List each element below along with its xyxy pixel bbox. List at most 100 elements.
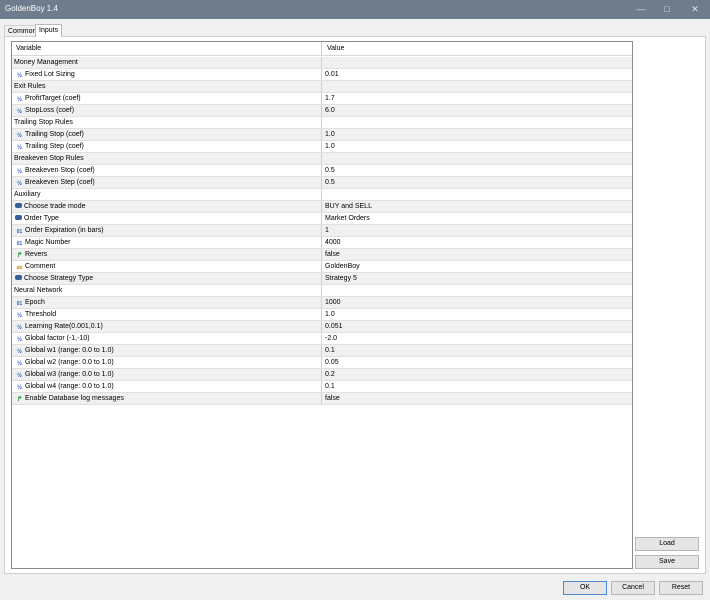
param-label: Choose Strategy Type	[12, 273, 322, 284]
title-bar[interactable]: GoldenBoy 1.4 — □ ✕	[0, 0, 710, 19]
param-value[interactable]: 0.1	[323, 345, 632, 356]
param-value[interactable]: 0.1	[323, 381, 632, 392]
param-label: 01 Magic Number	[12, 237, 322, 248]
param-value[interactable]: -2.0	[323, 333, 632, 344]
section-row[interactable]: Neural Network	[12, 285, 632, 297]
row-label-text: Choose Strategy Type	[24, 275, 94, 282]
section-row[interactable]: Trailing Stop Rules	[12, 117, 632, 129]
param-row[interactable]: ½ Global w2 (range: 0.0 to 1.0) 0.05	[12, 357, 632, 369]
param-row[interactable]: ab Comment GoldenBoy	[12, 261, 632, 273]
param-value[interactable]: 6.0	[323, 105, 632, 116]
maximize-icon[interactable]: □	[654, 0, 680, 19]
param-row[interactable]: ½ Global factor (-1,-10) -2.0	[12, 333, 632, 345]
param-value[interactable]: Strategy 5	[323, 273, 632, 284]
param-label: ½ Threshold	[12, 309, 322, 320]
param-value[interactable]: 0.05	[323, 357, 632, 368]
param-label: ½ Global w4 (range: 0.0 to 1.0)	[12, 381, 322, 392]
section-label: Exit Rules	[12, 81, 322, 92]
param-row[interactable]: 01 Order Expiration (in bars) 1	[12, 225, 632, 237]
row-label-text: Epoch	[25, 299, 45, 306]
fraction-icon: ½	[16, 337, 22, 343]
integer-icon: 01	[16, 301, 23, 307]
row-label-text: Breakeven Step (coef)	[25, 179, 95, 186]
param-row[interactable]: ½ Global w1 (range: 0.0 to 1.0) 0.1	[12, 345, 632, 357]
param-row[interactable]: ½ Fixed Lot Sizing 0.01	[12, 69, 632, 81]
param-value[interactable]: 1000	[323, 297, 632, 308]
ok-button[interactable]: OK	[563, 581, 607, 595]
section-value-empty	[323, 189, 632, 200]
param-row[interactable]: ½ Global w4 (range: 0.0 to 1.0) 0.1	[12, 381, 632, 393]
param-row[interactable]: Choose Strategy Type Strategy 5	[12, 273, 632, 285]
param-row[interactable]: ½ ProfitTarget (coef) 1.7	[12, 93, 632, 105]
param-value[interactable]: 4000	[323, 237, 632, 248]
integer-icon: 01	[16, 229, 23, 235]
section-value-empty	[323, 57, 632, 68]
column-header-value[interactable]: Value	[323, 42, 632, 55]
param-value[interactable]: Market Orders	[323, 213, 632, 224]
fraction-icon: ½	[16, 145, 22, 151]
section-row[interactable]: Auxiliary	[12, 189, 632, 201]
fraction-icon: ½	[16, 169, 22, 175]
section-row[interactable]: Breakeven Stop Rules	[12, 153, 632, 165]
param-value[interactable]: GoldenBoy	[323, 261, 632, 272]
close-icon[interactable]: ✕	[682, 0, 708, 19]
row-label-text: Revers	[25, 251, 48, 258]
fraction-icon: ½	[16, 385, 22, 391]
param-value[interactable]: 1.0	[323, 309, 632, 320]
param-value[interactable]: 1.0	[323, 141, 632, 152]
cancel-button[interactable]: Cancel	[611, 581, 655, 595]
fraction-icon: ½	[16, 133, 22, 139]
row-label-text: Global w3 (range: 0.0 to 1.0)	[25, 371, 114, 378]
section-value-empty	[323, 285, 632, 296]
param-value[interactable]: 0.01	[323, 69, 632, 80]
param-label: 01 Epoch	[12, 297, 322, 308]
param-row[interactable]: ½ Learning Rate(0.001,0.1) 0.051	[12, 321, 632, 333]
param-label: 01 Order Expiration (in bars)	[12, 225, 322, 236]
param-label: ½ Fixed Lot Sizing	[12, 69, 322, 80]
param-value[interactable]: 0.2	[323, 369, 632, 380]
param-row[interactable]: ↱ Revers false	[12, 249, 632, 261]
param-row[interactable]: Order Type Market Orders	[12, 213, 632, 225]
param-row[interactable]: ↱ Enable Database log messages false	[12, 393, 632, 405]
param-row[interactable]: ½ Breakeven Step (coef) 0.5	[12, 177, 632, 189]
param-value[interactable]: false	[323, 393, 632, 404]
param-label: ½ Global factor (-1,-10)	[12, 333, 322, 344]
window-title: GoldenBoy 1.4	[5, 4, 58, 13]
boolean-icon: ↱	[16, 252, 23, 259]
param-row[interactable]: Choose trade mode BUY and SELL	[12, 201, 632, 213]
row-label-text: Auxiliary	[14, 191, 41, 198]
tab-inputs[interactable]: Inputs	[35, 24, 63, 37]
column-header-variable[interactable]: Variable	[12, 42, 322, 55]
inputs-grid[interactable]: Variable Value Money Management ½ Fixed Lo…	[11, 41, 633, 569]
reset-button[interactable]: Reset	[659, 581, 703, 595]
param-row[interactable]: ½ Global w3 (range: 0.0 to 1.0) 0.2	[12, 369, 632, 381]
param-value[interactable]: 0.5	[323, 165, 632, 176]
param-row[interactable]: ½ Breakeven Stop (coef) 0.5	[12, 165, 632, 177]
param-value[interactable]: 1	[323, 225, 632, 236]
param-row[interactable]: ½ Threshold 1.0	[12, 309, 632, 321]
row-label-text: Global w1 (range: 0.0 to 1.0)	[25, 347, 114, 354]
minimize-icon[interactable]: —	[628, 0, 654, 19]
param-value[interactable]: 0.5	[323, 177, 632, 188]
row-label-text: Money Management	[14, 59, 78, 66]
param-value[interactable]: BUY and SELL	[323, 201, 632, 212]
fraction-icon: ½	[16, 313, 22, 319]
load-button[interactable]: Load	[635, 537, 699, 551]
param-row[interactable]: 01 Epoch 1000	[12, 297, 632, 309]
save-button[interactable]: Save	[635, 555, 699, 569]
param-row[interactable]: ½ Trailing Step (coef) 1.0	[12, 141, 632, 153]
param-value[interactable]: 0.051	[323, 321, 632, 332]
param-row[interactable]: 01 Magic Number 4000	[12, 237, 632, 249]
param-value[interactable]: 1.7	[323, 93, 632, 104]
param-value[interactable]: false	[323, 249, 632, 260]
section-row[interactable]: Exit Rules	[12, 81, 632, 93]
section-value-empty	[323, 81, 632, 92]
row-label-text: Enable Database log messages	[25, 395, 124, 402]
param-label: Choose trade mode	[12, 201, 322, 212]
fraction-icon: ½	[16, 361, 22, 367]
param-row[interactable]: ½ StopLoss (coef) 6.0	[12, 105, 632, 117]
section-row[interactable]: Money Management	[12, 57, 632, 69]
row-label-text: Magic Number	[25, 239, 71, 246]
param-value[interactable]: 1.0	[323, 129, 632, 140]
param-row[interactable]: ½ Trailing Stop (coef) 1.0	[12, 129, 632, 141]
